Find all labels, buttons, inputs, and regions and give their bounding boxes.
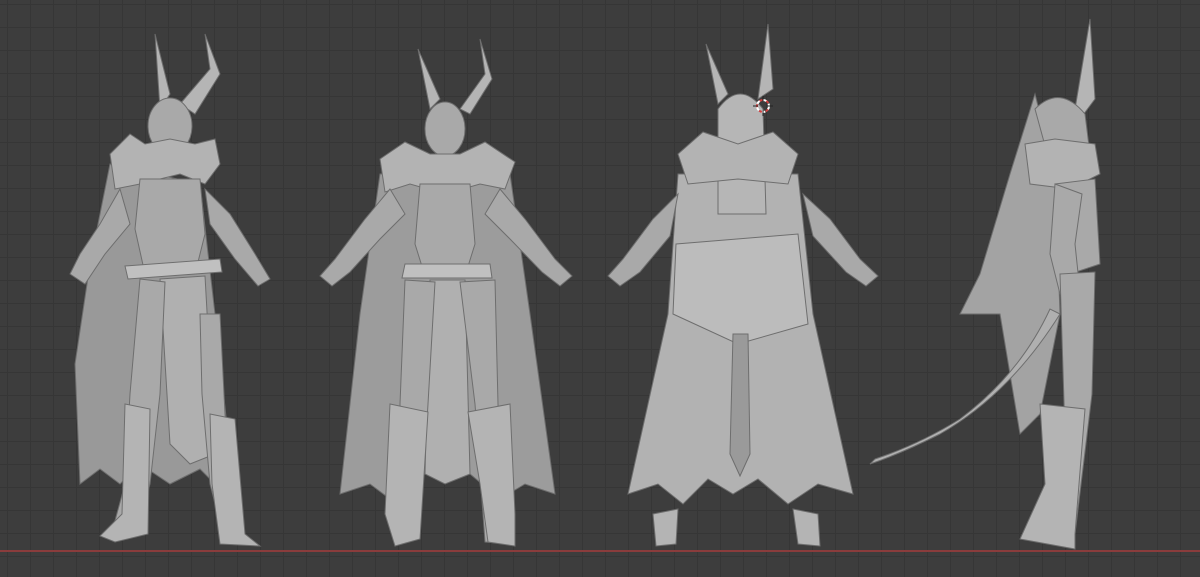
character-model-front[interactable] bbox=[310, 14, 580, 554]
3d-cursor-icon[interactable] bbox=[753, 96, 773, 116]
3d-viewport[interactable] bbox=[0, 0, 1200, 577]
character-model-back[interactable] bbox=[598, 14, 888, 554]
character-model-three-quarter[interactable] bbox=[30, 14, 290, 554]
character-model-side[interactable] bbox=[860, 14, 1140, 554]
